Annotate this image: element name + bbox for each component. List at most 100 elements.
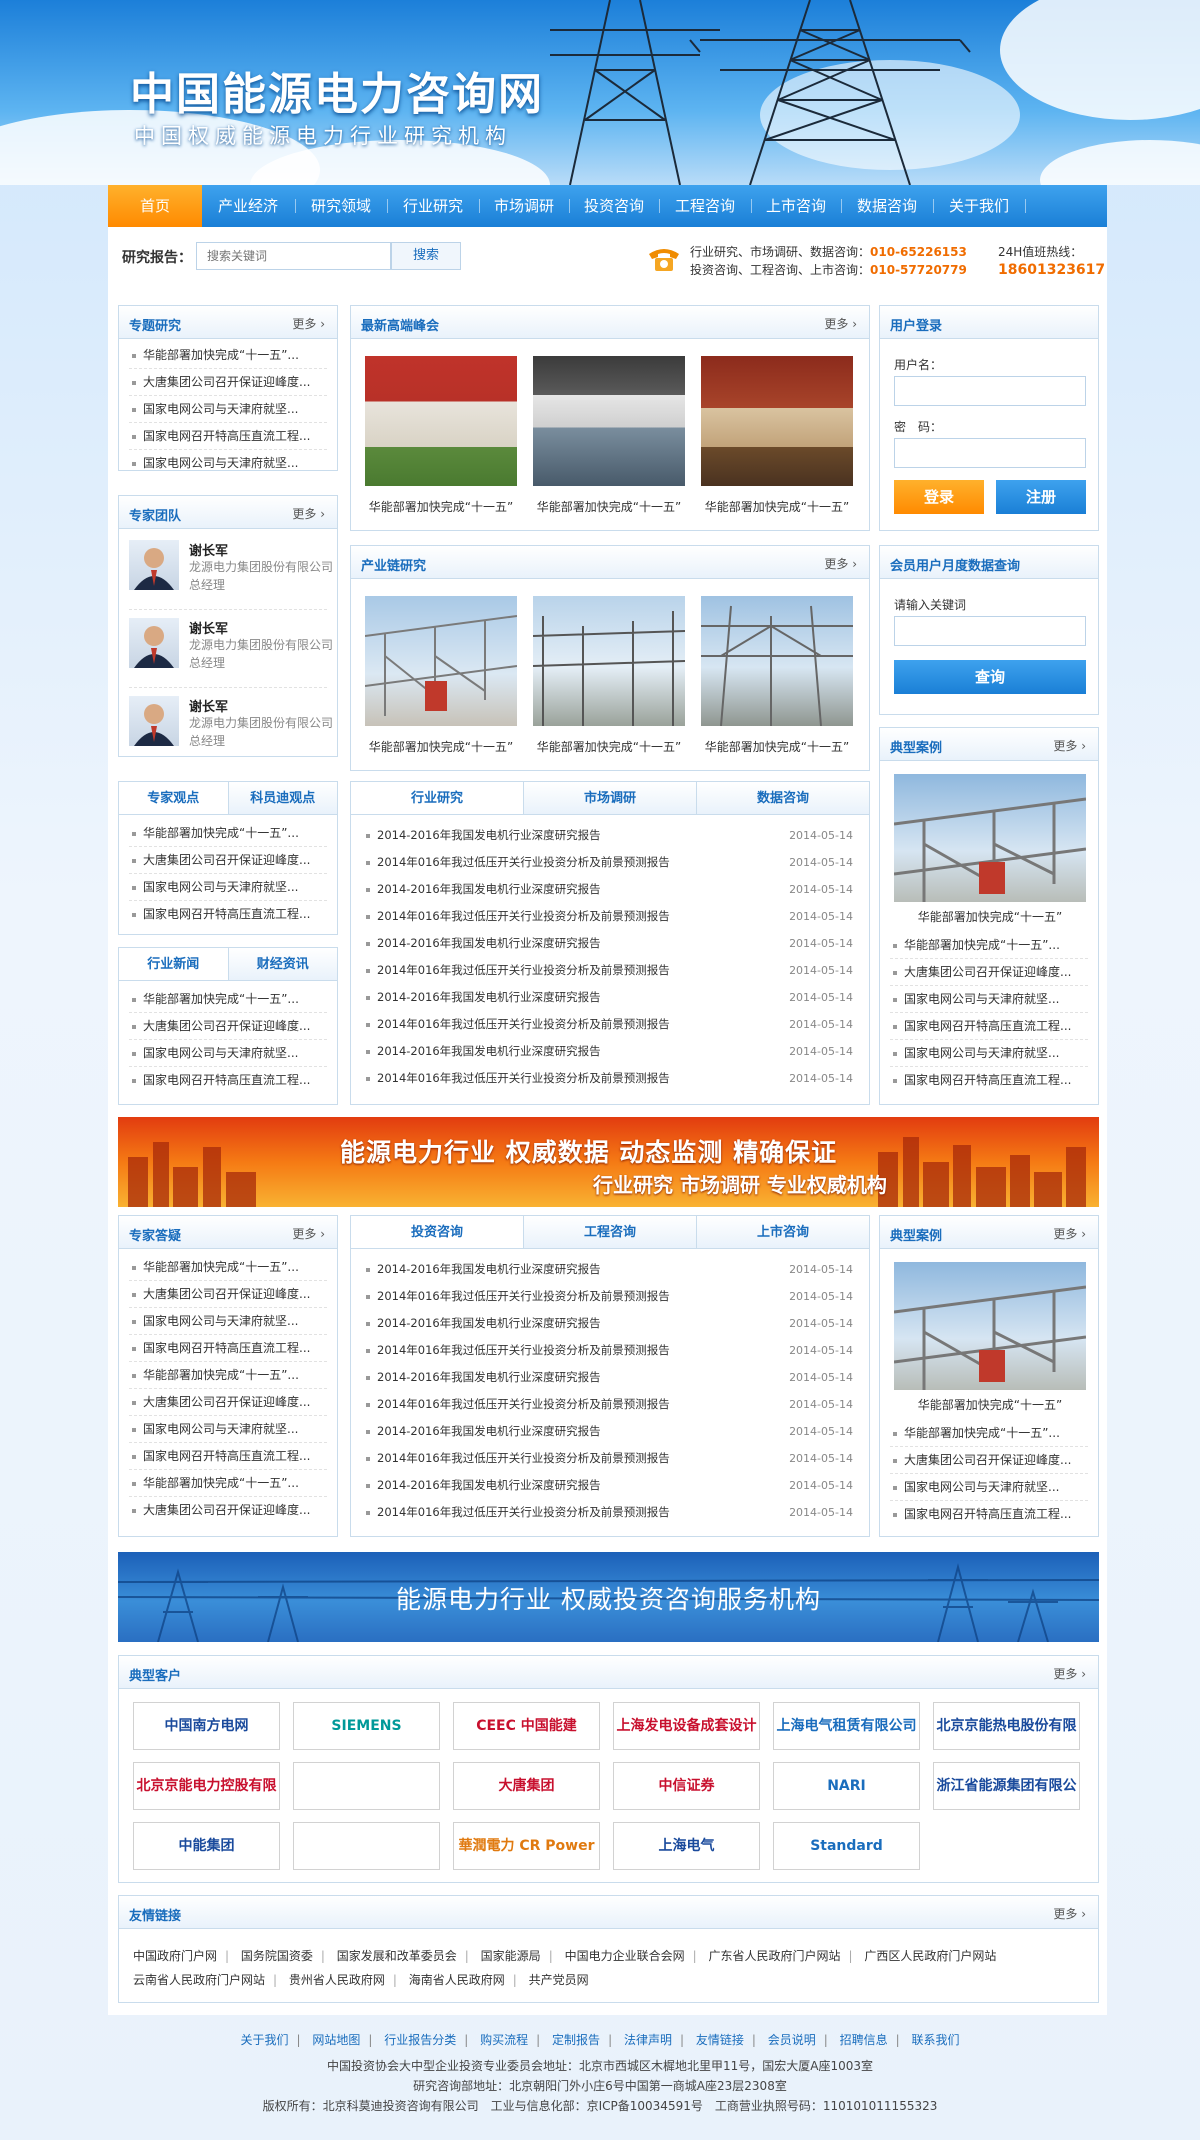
client-logo[interactable]: NARI — [773, 1762, 920, 1810]
report-row[interactable]: 2014-2016年我国发电机行业深度研究报告 2014-05-14 — [363, 984, 857, 1011]
list-item[interactable]: 国家电网公司与天津府就坚... — [129, 1308, 327, 1335]
footer-link[interactable]: 友情链接 — [696, 2033, 744, 2047]
expert-card[interactable]: 谢长军 龙源电力集团股份有限公司总经理 — [129, 610, 333, 688]
friend-link[interactable]: 云南省人民政府门户网站 — [133, 1973, 265, 1987]
nav-about-us[interactable]: 关于我们 — [934, 185, 1024, 227]
query-field[interactable] — [894, 616, 1086, 646]
client-logo[interactable]: 浙江省能源集团有限公司 — [933, 1762, 1080, 1810]
list-item[interactable]: 大唐集团公司召开保证迎峰度... — [129, 369, 327, 396]
list-item[interactable]: 国家电网公司与天津府就坚... — [890, 1474, 1088, 1501]
client-logo[interactable]: Standard Chartered 渣打银行 — [773, 1822, 920, 1870]
username-field[interactable] — [894, 376, 1086, 406]
report-row[interactable]: 2014-2016年我国发电机行业深度研究报告 2014-05-14 — [363, 1310, 857, 1337]
nav-listing-consulting[interactable]: 上市咨询 — [752, 185, 840, 227]
report-row[interactable]: 2014年016年我过低压开关行业投资分析及前景预测报告 2014-05-14 — [363, 849, 857, 876]
friend-link[interactable]: 广西区人民政府门户网站 — [864, 1949, 996, 1963]
tab-engineering-consulting[interactable]: 工程咨询 — [523, 1216, 696, 1248]
promo-banner-investment[interactable]: 能源电力行业 权威投资咨询服务机构 — [118, 1552, 1099, 1642]
register-button[interactable]: 注册 — [996, 480, 1086, 514]
footer-link[interactable]: 关于我们 — [240, 2033, 288, 2047]
list-item[interactable]: 国家电网公司与天津府就坚... — [129, 1040, 327, 1067]
query-button[interactable]: 查询 — [894, 660, 1086, 694]
list-item[interactable]: 国家电网召开特高压直流工程... — [890, 1067, 1088, 1094]
friend-link[interactable]: 广东省人民政府门户网站 — [708, 1949, 840, 1963]
more-link[interactable]: 更多 › — [1053, 737, 1086, 754]
list-item[interactable]: 大唐集团公司召开保证迎峰度... — [129, 1389, 327, 1416]
list-item[interactable]: 大唐集团公司召开保证迎峰度... — [129, 1281, 327, 1308]
more-link[interactable]: 更多 › — [824, 555, 857, 572]
footer-link[interactable]: 网站地图 — [312, 2033, 360, 2047]
list-item[interactable]: 国家电网召开特高压直流工程... — [890, 1013, 1088, 1040]
summit-photo[interactable] — [365, 356, 517, 486]
photo-caption[interactable]: 华能部署加快完成“十一五” — [910, 908, 1070, 925]
report-row[interactable]: 2014年016年我过低压开关行业投资分析及前景预测报告 2014-05-14 — [363, 1391, 857, 1418]
friend-link[interactable]: 中国电力企业联合会网 — [565, 1949, 685, 1963]
list-item[interactable]: 国家电网公司与天津府就坚... — [129, 874, 327, 901]
login-button[interactable]: 登录 — [894, 480, 984, 514]
list-item[interactable]: 大唐集团公司召开保证迎峰度... — [129, 1013, 327, 1040]
client-logo[interactable]: SIEMENS — [293, 1702, 440, 1750]
industry-photo[interactable] — [533, 596, 685, 726]
tab-industry-news[interactable]: 行业新闻 — [119, 948, 228, 980]
more-link[interactable]: 更多 › — [1053, 1665, 1086, 1682]
photo-caption[interactable]: 华能部署加快完成“十一五” — [529, 738, 689, 755]
search-button[interactable]: 搜索 — [391, 242, 461, 270]
client-logo[interactable]: 中国南方电网 — [133, 1702, 280, 1750]
promo-banner-data[interactable]: 能源电力行业 权威数据 动态监测 精确保证 行业研究 市场调研 专业权威机构 — [118, 1117, 1099, 1207]
expert-card[interactable]: 谢长军 龙源电力集团股份有限公司总经理 — [129, 688, 333, 766]
report-row[interactable]: 2014-2016年我国发电机行业深度研究报告 2014-05-14 — [363, 930, 857, 957]
friend-link[interactable]: 中国政府门户网 — [133, 1949, 217, 1963]
footer-link[interactable]: 行业报告分类 — [384, 2033, 456, 2047]
nav-engineering-consulting[interactable]: 工程咨询 — [660, 185, 750, 227]
more-link[interactable]: 更多 › — [292, 505, 325, 522]
list-item[interactable]: 国家电网召开特高压直流工程... — [129, 423, 327, 450]
nav-investment-consulting[interactable]: 投资咨询 — [570, 185, 658, 227]
list-item[interactable]: 华能部署加快完成“十一五”... — [890, 1420, 1088, 1447]
report-row[interactable]: 2014年016年我过低压开关行业投资分析及前景预测报告 2014-05-14 — [363, 1499, 857, 1526]
list-item[interactable]: 国家电网公司与天津府就坚... — [129, 396, 327, 423]
expert-card[interactable]: 谢长军 龙源电力集团股份有限公司总经理 — [129, 532, 333, 610]
list-item[interactable]: 大唐集团公司召开保证迎峰度... — [890, 1447, 1088, 1474]
tab-listing-consulting[interactable]: 上市咨询 — [696, 1216, 869, 1248]
password-field[interactable] — [894, 438, 1086, 468]
nav-data-consulting[interactable]: 数据咨询 — [842, 185, 932, 227]
list-item[interactable]: 国家电网公司与天津府就坚... — [890, 986, 1088, 1013]
tab-industry-research[interactable]: 行业研究 — [351, 782, 523, 814]
tab-data-consulting[interactable]: 数据咨询 — [696, 782, 869, 814]
list-item[interactable]: 国家电网公司与天津府就坚... — [890, 1040, 1088, 1067]
report-row[interactable]: 2014-2016年我国发电机行业深度研究报告 2014-05-14 — [363, 1418, 857, 1445]
footer-link[interactable]: 法律声明 — [624, 2033, 672, 2047]
case-photo[interactable] — [894, 1262, 1086, 1390]
nav-market-research[interactable]: 市场调研 — [480, 185, 568, 227]
report-row[interactable]: 2014-2016年我国发电机行业深度研究报告 2014-05-14 — [363, 822, 857, 849]
friend-link[interactable]: 国家发展和改革委员会 — [337, 1949, 457, 1963]
footer-link[interactable]: 购买流程 — [480, 2033, 528, 2047]
report-row[interactable]: 2014年016年我过低压开关行业投资分析及前景预测报告 2014-05-14 — [363, 1065, 857, 1092]
client-logo[interactable]: 上海发电设备成套设计研究院 — [613, 1702, 760, 1750]
friend-link[interactable]: 贵州省人民政府网 — [289, 1973, 385, 1987]
footer-link[interactable]: 定制报告 — [552, 2033, 600, 2047]
tab-finance-news[interactable]: 财经资讯 — [227, 948, 338, 980]
list-item[interactable]: 华能部署加快完成“十一五”... — [129, 986, 327, 1013]
friend-link[interactable]: 国家能源局 — [481, 1949, 541, 1963]
photo-caption[interactable]: 华能部署加快完成“十一五” — [910, 1396, 1070, 1413]
report-row[interactable]: 2014年016年我过低压开关行业投资分析及前景预测报告 2014-05-14 — [363, 903, 857, 930]
summit-photo[interactable] — [533, 356, 685, 486]
report-row[interactable]: 2014-2016年我国发电机行业深度研究报告 2014-05-14 — [363, 876, 857, 903]
report-row[interactable]: 2014-2016年我国发电机行业深度研究报告 2014-05-14 — [363, 1364, 857, 1391]
search-input[interactable] — [196, 242, 391, 270]
report-row[interactable]: 2014年016年我过低压开关行业投资分析及前景预测报告 2014-05-14 — [363, 1337, 857, 1364]
list-item[interactable]: 华能部署加快完成“十一五”... — [129, 820, 327, 847]
client-logo[interactable]: 中信证券 — [613, 1762, 760, 1810]
summit-photo[interactable] — [701, 356, 853, 486]
report-row[interactable]: 2014年016年我过低压开关行业投资分析及前景预测报告 2014-05-14 — [363, 1011, 857, 1038]
list-item[interactable]: 华能部署加快完成“十一五”... — [890, 932, 1088, 959]
photo-caption[interactable]: 华能部署加快完成“十一五” — [697, 498, 857, 515]
client-logo[interactable]: 大唐集团 — [453, 1762, 600, 1810]
footer-link[interactable]: 招聘信息 — [840, 2033, 888, 2047]
client-logo[interactable] — [293, 1762, 440, 1810]
client-logo[interactable]: 北京京能电力控股有限责任公司 — [133, 1762, 280, 1810]
tab-market-research[interactable]: 市场调研 — [523, 782, 696, 814]
footer-link[interactable]: 会员说明 — [768, 2033, 816, 2047]
report-row[interactable]: 2014年016年我过低压开关行业投资分析及前景预测报告 2014-05-14 — [363, 1283, 857, 1310]
